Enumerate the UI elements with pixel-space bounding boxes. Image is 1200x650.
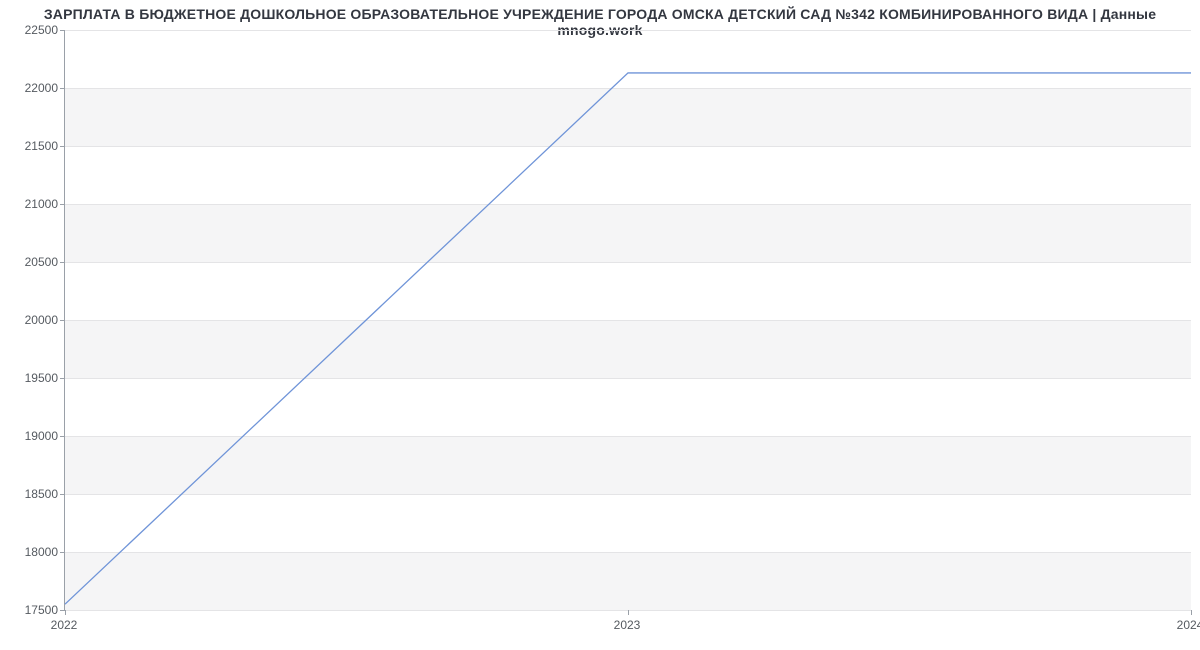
ytick-mark (60, 494, 65, 495)
ytick-label: 21500 (8, 139, 58, 153)
ytick-mark (60, 262, 65, 263)
ytick-label: 20000 (8, 313, 58, 327)
ytick-label: 18000 (8, 545, 58, 559)
line-layer (65, 30, 1191, 610)
xtick-mark (65, 610, 66, 615)
plot-area (64, 30, 1191, 611)
ytick-mark (60, 552, 65, 553)
ytick-mark (60, 204, 65, 205)
ytick-mark (60, 88, 65, 89)
ytick-mark (60, 378, 65, 379)
ytick-label: 21000 (8, 197, 58, 211)
ytick-mark (60, 436, 65, 437)
ytick-mark (60, 30, 65, 31)
ytick-mark (60, 320, 65, 321)
ytick-label: 17500 (8, 603, 58, 617)
xtick-mark (628, 610, 629, 615)
ytick-mark (60, 146, 65, 147)
xtick-mark (1191, 610, 1192, 615)
xtick-label: 2023 (614, 618, 641, 632)
ytick-label: 22000 (8, 81, 58, 95)
ytick-label: 19000 (8, 429, 58, 443)
xtick-label: 2024 (1177, 618, 1200, 632)
xtick-label: 2022 (51, 618, 78, 632)
ytick-label: 22500 (8, 23, 58, 37)
ytick-label: 20500 (8, 255, 58, 269)
series-line (65, 73, 1191, 604)
ytick-label: 19500 (8, 371, 58, 385)
ytick-label: 18500 (8, 487, 58, 501)
